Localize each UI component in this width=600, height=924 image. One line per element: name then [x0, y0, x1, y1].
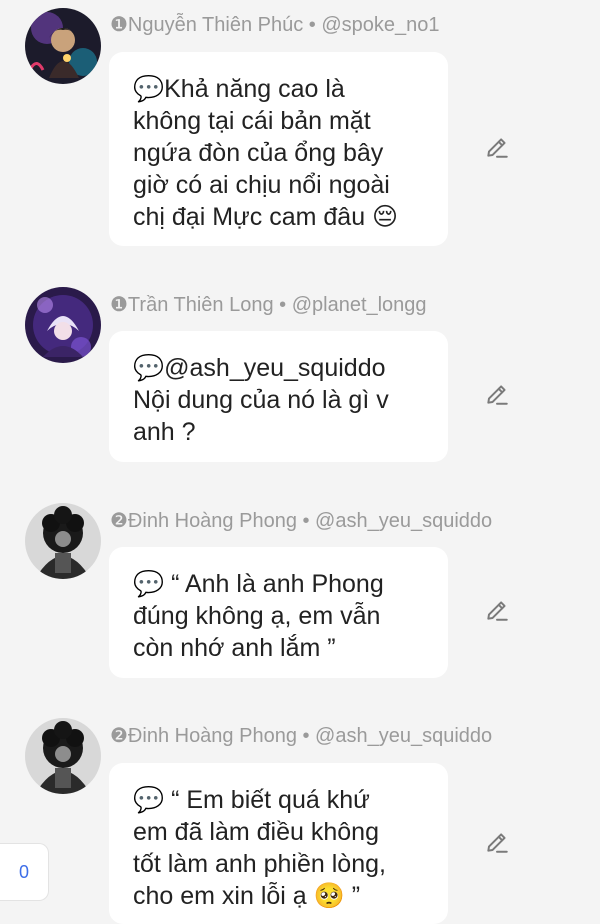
comment-line: em đã làm điều không — [133, 818, 379, 846]
comment-meta: ❶Trần Thiên Long • @planet_longg — [110, 294, 427, 316]
avatar[interactable] — [25, 287, 101, 363]
pencil-icon — [484, 597, 510, 628]
comment-line: giờ có ai chịu nổi ngoài — [133, 171, 390, 199]
pencil-icon — [484, 134, 510, 165]
edit-button[interactable] — [482, 829, 512, 859]
comment-bubble: 💬@ash_yeu_squiddo Nội dung của nó là gì … — [109, 331, 448, 462]
comment-line: chị đại Mực cam đâu 😔 — [133, 203, 399, 231]
comment-bubble: 💬 “ Em biết quá khứ em đã làm điều không… — [109, 763, 448, 924]
comment-line: ngứa đòn của ổng bây — [133, 139, 384, 167]
comment-meta: ❶Nguyễn Thiên Phúc • @spoke_no1 — [110, 14, 440, 36]
edit-button[interactable] — [482, 381, 512, 411]
comment-line: cho em xin lỗi ạ 🥺 ” — [133, 882, 361, 910]
avatar[interactable] — [25, 718, 101, 794]
comment-bubble: 💬 “ Anh là anh Phong đúng không ạ, em vẫ… — [109, 547, 448, 678]
avatar[interactable] — [25, 8, 101, 84]
comment-line: còn nhớ anh lắm ” — [133, 634, 336, 662]
edit-button[interactable] — [482, 134, 512, 164]
edit-button[interactable] — [482, 597, 512, 627]
avatar[interactable] — [25, 503, 101, 579]
comment-bubble: 💬Khả năng cao là không tại cái bản mặt n… — [109, 52, 448, 246]
comment-meta: ❷Đinh Hoàng Phong • @ash_yeu_squiddo — [110, 510, 493, 532]
comment-meta: ❷Đinh Hoàng Phong • @ash_yeu_squiddo — [110, 725, 493, 747]
comment-line: 💬 “ Anh là anh Phong — [133, 570, 384, 598]
pencil-icon — [484, 829, 510, 860]
comment-line: Nội dung của nó là gì v — [133, 386, 389, 414]
comment-line: đúng không ạ, em vẫn — [133, 602, 381, 630]
comment-line: tốt làm anh phiền lòng, — [133, 850, 386, 878]
comment-line: 💬Khả năng cao là — [133, 75, 345, 103]
comment-line: 💬@ash_yeu_squiddo — [133, 354, 386, 382]
comment-line: không tại cái bản mặt — [133, 107, 371, 135]
comment-line: anh ? — [133, 418, 196, 446]
reply-count-badge[interactable]: 0 — [0, 843, 49, 901]
comment-line: 💬 “ Em biết quá khứ — [133, 786, 370, 814]
pencil-icon — [484, 381, 510, 412]
